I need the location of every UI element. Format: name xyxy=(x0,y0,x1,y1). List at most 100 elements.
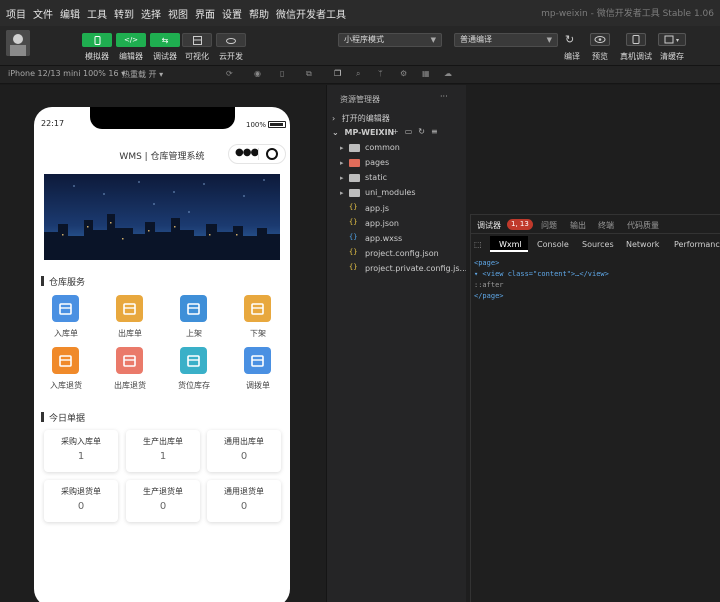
folder-item[interactable]: ▸ static xyxy=(340,173,387,182)
folder-item[interactable]: ▸ pages xyxy=(340,158,389,167)
menu-interface[interactable]: 界面 xyxy=(195,6,215,21)
visual-button[interactable] xyxy=(182,33,212,47)
subtab-wxml[interactable]: Wxml xyxy=(499,240,522,249)
banner-image[interactable] xyxy=(44,174,280,260)
service-label[interactable]: 出库退货 xyxy=(100,380,160,391)
open-editors-header[interactable]: › 打开的编辑器 xyxy=(332,113,390,124)
document-card[interactable]: 通用出库单 0 xyxy=(207,430,281,472)
explorer-actions[interactable]: +▭↻≡ xyxy=(392,127,444,136)
record-icon[interactable]: ◉ xyxy=(254,69,261,78)
collapse-icon[interactable]: ≡ xyxy=(431,127,444,136)
status-battery: 100% xyxy=(246,121,267,129)
files-icon[interactable]: ❐ xyxy=(334,69,341,78)
service-icon[interactable] xyxy=(116,347,143,374)
branch-icon[interactable]: ᛘ xyxy=(378,69,383,78)
new-folder-icon[interactable]: ▭ xyxy=(405,127,419,136)
mini-program-capsule[interactable]: ●●● xyxy=(228,144,286,164)
document-card[interactable]: 采购入库单 1 xyxy=(44,430,118,472)
folder-item[interactable]: ▸ common xyxy=(340,143,400,152)
subtab-sources[interactable]: Sources xyxy=(582,240,614,249)
service-label[interactable]: 入库单 xyxy=(36,328,96,339)
real-debug-button[interactable] xyxy=(626,33,646,46)
refresh-icon[interactable]: ↻ xyxy=(418,127,431,136)
debugger-button[interactable]: ⇆ xyxy=(150,33,180,47)
project-header[interactable]: ⌄ MP-WEIXIN xyxy=(332,128,394,137)
tab-debugger[interactable]: 调试器 xyxy=(477,220,501,231)
new-file-icon[interactable]: + xyxy=(392,127,405,136)
preview-button[interactable] xyxy=(590,33,610,46)
service-icon[interactable] xyxy=(244,295,271,322)
menu-settings[interactable]: 设置 xyxy=(222,6,242,21)
cloud-button[interactable] xyxy=(216,33,246,47)
service-label[interactable]: 上架 xyxy=(164,328,224,339)
section-marker xyxy=(41,276,44,286)
document-card[interactable]: 生产出库单 1 xyxy=(126,430,200,472)
service-label[interactable]: 货位库存 xyxy=(164,380,224,391)
wxml-line[interactable]: ::after xyxy=(474,281,504,289)
service-label[interactable]: 出库单 xyxy=(100,328,160,339)
file-item[interactable]: {} project.config.json xyxy=(340,248,439,258)
debug-icon[interactable]: ⚙ xyxy=(400,69,407,78)
wxml-line[interactable]: ▾ <view class="content">…</view> xyxy=(474,270,609,278)
more-icon[interactable]: ··· xyxy=(440,92,448,101)
tab-output[interactable]: 输出 xyxy=(570,220,586,231)
file-item[interactable]: {} app.wxss xyxy=(340,233,402,243)
folder-item[interactable]: ▸ uni_modules xyxy=(340,188,416,197)
service-icon[interactable] xyxy=(180,295,207,322)
editor-button[interactable]: </> xyxy=(116,33,146,47)
extensions-icon[interactable]: ▦ xyxy=(422,69,430,78)
avatar[interactable] xyxy=(6,30,30,56)
cloud-icon[interactable]: ☁ xyxy=(444,69,452,78)
service-icon[interactable] xyxy=(52,295,79,322)
menu-help[interactable]: 帮助 xyxy=(249,6,269,21)
document-card[interactable]: 通用退货单 0 xyxy=(207,480,281,522)
search-icon[interactable]: ⌕ xyxy=(356,69,360,79)
menu-view[interactable]: 视图 xyxy=(168,6,188,21)
document-card[interactable]: 采购退货单 0 xyxy=(44,480,118,522)
menu-file[interactable]: 文件 xyxy=(33,6,53,21)
clear-cache-button[interactable]: ▾ xyxy=(658,33,686,46)
service-icon[interactable] xyxy=(244,347,271,374)
menu-project[interactable]: 项目 xyxy=(6,6,26,21)
phone-icon[interactable]: ▯ xyxy=(280,69,284,78)
compile-select[interactable]: 普通编译 ▼ xyxy=(454,33,558,47)
wxml-line[interactable]: <page> xyxy=(474,259,499,267)
tab-terminal[interactable]: 终端 xyxy=(598,220,614,231)
refresh-icon[interactable]: ↻ xyxy=(565,33,574,46)
service-icon[interactable] xyxy=(52,347,79,374)
file-item[interactable]: {} app.json xyxy=(340,218,399,228)
close-icon[interactable] xyxy=(266,148,278,160)
menu-goto[interactable]: 转到 xyxy=(114,6,134,21)
service-icon[interactable] xyxy=(180,347,207,374)
file-item[interactable]: {} project.private.config.js... xyxy=(340,263,467,273)
subtab-console[interactable]: Console xyxy=(537,240,569,249)
subtab-network[interactable]: Network xyxy=(626,240,659,249)
tab-code-quality[interactable]: 代码质量 xyxy=(627,220,659,231)
card-count: 0 xyxy=(77,501,85,512)
hot-reload-select[interactable]: 热重载 开 ▾ xyxy=(122,69,163,80)
menu-select[interactable]: 选择 xyxy=(141,6,161,21)
service-label[interactable]: 入库退货 xyxy=(36,380,96,391)
service-label[interactable]: 调拨单 xyxy=(228,380,288,391)
window-icon[interactable]: ⧉ xyxy=(306,69,312,79)
subtab-performance[interactable]: Performance xyxy=(674,240,720,249)
inspect-icon[interactable]: ⬚ xyxy=(474,240,482,249)
device-select[interactable]: iPhone 12/13 mini 100% 16 ▾ xyxy=(8,69,125,78)
document-card[interactable]: 生产退货单 0 xyxy=(126,480,200,522)
rotate-icon[interactable]: ⟳ xyxy=(226,69,233,78)
mode-select[interactable]: 小程序模式 ▼ xyxy=(338,33,442,47)
menu-tools[interactable]: 工具 xyxy=(87,6,107,21)
chevron-right-icon: ▸ xyxy=(340,143,344,152)
layers-icon: ▾ xyxy=(664,35,679,44)
simulator-button[interactable] xyxy=(82,33,112,47)
tab-problems[interactable]: 问题 xyxy=(541,220,557,231)
service-label[interactable]: 下架 xyxy=(228,328,288,339)
service-icon[interactable] xyxy=(116,295,143,322)
status-time: 22:17 xyxy=(41,119,65,128)
more-icon[interactable]: ●●● xyxy=(235,147,259,158)
entry-name: app.json xyxy=(365,218,399,228)
menu-edit[interactable]: 编辑 xyxy=(60,6,80,21)
file-item[interactable]: {} app.js xyxy=(340,203,389,213)
wxml-line[interactable]: </page> xyxy=(474,292,504,300)
menu-wechat-devtools[interactable]: 微信开发者工具 xyxy=(276,6,346,21)
